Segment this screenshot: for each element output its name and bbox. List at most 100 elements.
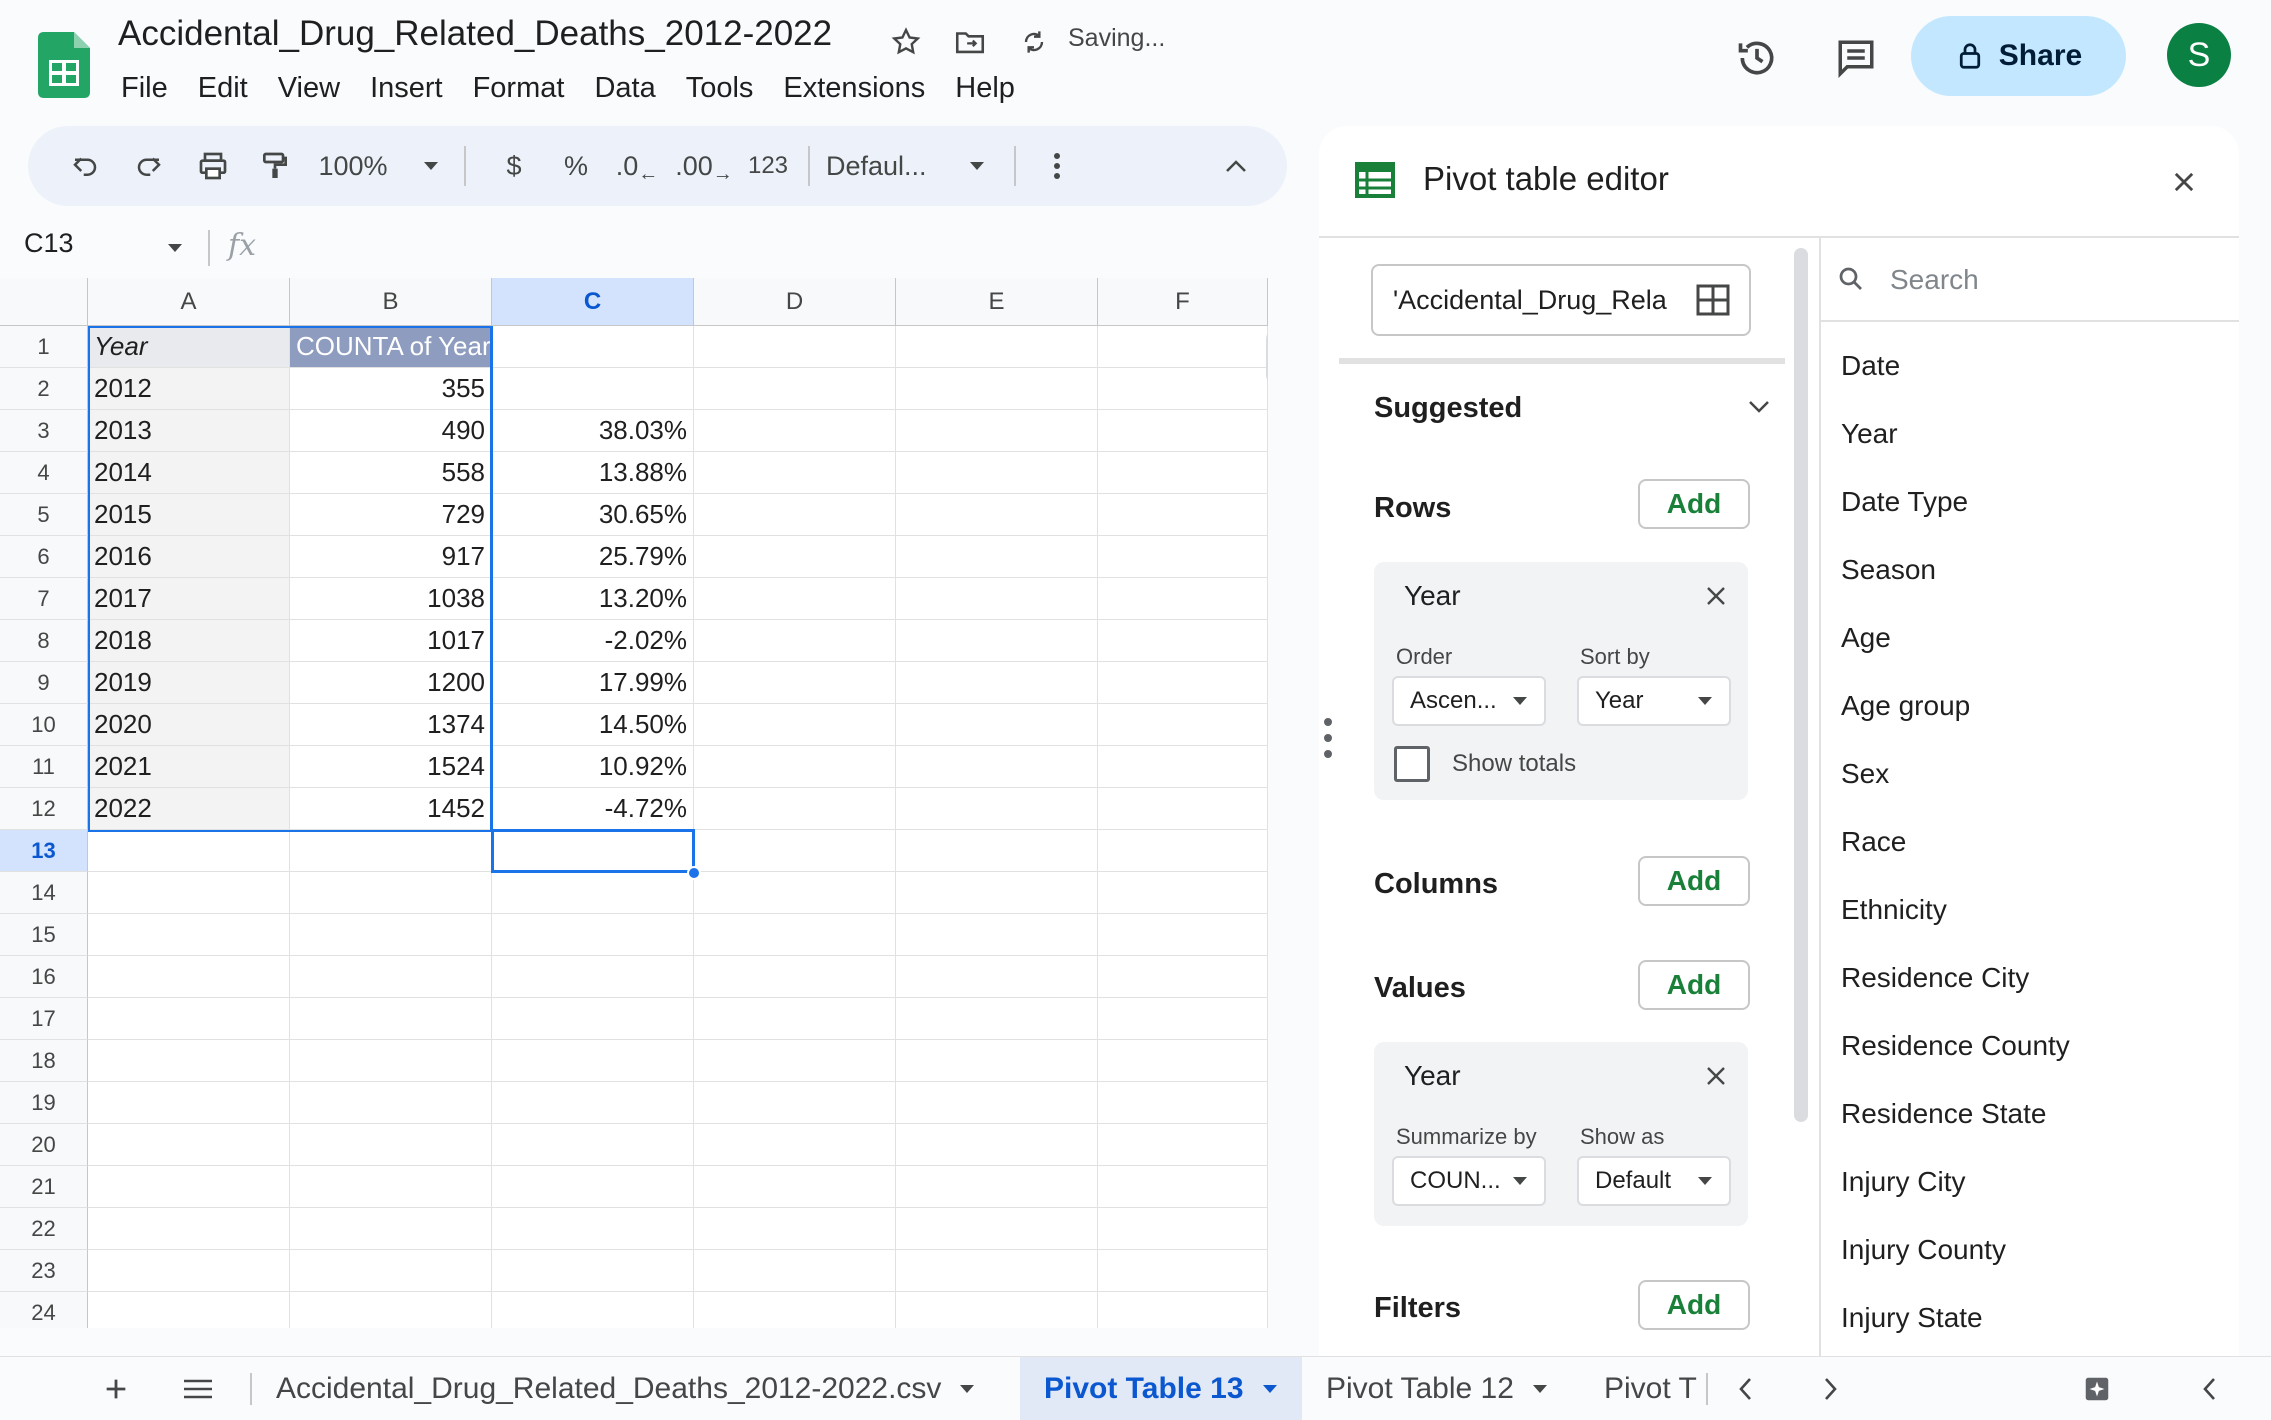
cell[interactable] (492, 872, 694, 914)
menu-insert[interactable]: Insert (355, 68, 458, 109)
cell[interactable] (1098, 578, 1268, 620)
cell[interactable]: 13.20% (492, 578, 694, 620)
cell[interactable] (88, 1292, 290, 1328)
column-header-a[interactable]: A (88, 278, 290, 326)
field-item[interactable]: Injury State (1841, 1302, 1983, 1334)
show-totals-checkbox[interactable] (1394, 746, 1430, 782)
cell[interactable] (1098, 662, 1268, 704)
sheets-logo[interactable] (38, 32, 90, 98)
close-panel-icon[interactable] (2170, 168, 2198, 196)
row-header[interactable]: 8 (0, 620, 88, 662)
cell[interactable] (1098, 872, 1268, 914)
field-item[interactable]: Sex (1841, 758, 1889, 790)
cell[interactable] (694, 1166, 896, 1208)
print-icon[interactable] (188, 126, 238, 206)
row-header[interactable]: 5 (0, 494, 88, 536)
menu-file[interactable]: File (106, 68, 183, 109)
cell[interactable] (1098, 1040, 1268, 1082)
row-header[interactable]: 17 (0, 998, 88, 1040)
zoom-dropdown-icon[interactable] (416, 126, 446, 206)
cell[interactable] (1098, 326, 1268, 368)
suggested-label[interactable]: Suggested (1374, 392, 1522, 425)
explore-icon[interactable] (2082, 1357, 2112, 1420)
panel-scrollbar[interactable] (1794, 248, 1808, 1122)
sort-by-select[interactable]: Year (1577, 676, 1731, 726)
cell[interactable] (694, 788, 896, 830)
cell[interactable]: 13.88% (492, 452, 694, 494)
font-dropdown-icon[interactable] (962, 126, 992, 206)
field-search-input[interactable]: Search (1890, 258, 2220, 302)
cell[interactable] (896, 956, 1098, 998)
cell[interactable] (694, 410, 896, 452)
cell[interactable] (88, 1250, 290, 1292)
cell[interactable] (1098, 452, 1268, 494)
cell[interactable]: 10.92% (492, 746, 694, 788)
cell[interactable] (694, 326, 896, 368)
row-header[interactable]: 16 (0, 956, 88, 998)
cell[interactable]: -2.02% (492, 620, 694, 662)
cell[interactable] (1098, 1250, 1268, 1292)
column-header-b[interactable]: B (290, 278, 492, 326)
cell[interactable] (492, 368, 694, 410)
cell[interactable] (1098, 1124, 1268, 1166)
cell[interactable] (694, 620, 896, 662)
cell[interactable] (694, 662, 896, 704)
chevron-down-icon[interactable] (1748, 400, 1770, 414)
cell[interactable] (896, 1040, 1098, 1082)
row-header[interactable]: 22 (0, 1208, 88, 1250)
cell[interactable] (896, 830, 1098, 872)
cell[interactable] (1098, 410, 1268, 452)
cell[interactable]: 25.79% (492, 536, 694, 578)
data-range-input[interactable]: 'Accidental_Drug_Rela (1371, 264, 1751, 336)
cell[interactable] (694, 1124, 896, 1166)
column-header-c[interactable]: C (492, 278, 694, 326)
cell[interactable] (896, 452, 1098, 494)
cell[interactable] (694, 746, 896, 788)
cell[interactable] (1098, 620, 1268, 662)
add-values-button[interactable]: Add (1638, 960, 1750, 1010)
cell[interactable] (290, 1124, 492, 1166)
cell[interactable] (896, 872, 1098, 914)
cell[interactable] (1098, 1208, 1268, 1250)
cell[interactable] (896, 1250, 1098, 1292)
name-box[interactable]: C13 (24, 228, 74, 259)
decrease-decimal-button[interactable]: .0 ← (612, 126, 662, 206)
cell[interactable] (896, 578, 1098, 620)
cell[interactable] (1098, 830, 1268, 872)
cell[interactable] (492, 1040, 694, 1082)
cell[interactable] (694, 368, 896, 410)
selected-cell[interactable] (491, 829, 695, 873)
add-filters-button[interactable]: Add (1638, 1280, 1750, 1330)
cell[interactable] (1098, 494, 1268, 536)
field-item[interactable]: Date (1841, 350, 1900, 382)
cell[interactable] (1098, 368, 1268, 410)
cell[interactable] (1098, 704, 1268, 746)
cell[interactable] (694, 872, 896, 914)
row-header[interactable]: 13 (0, 830, 88, 872)
cell[interactable] (1098, 914, 1268, 956)
row-header[interactable]: 24 (0, 1292, 88, 1328)
row-header[interactable]: 23 (0, 1250, 88, 1292)
cell[interactable] (1098, 1166, 1268, 1208)
field-item[interactable]: Residence City (1841, 962, 2029, 994)
remove-row-field-icon[interactable] (1704, 584, 1728, 608)
menu-edit[interactable]: Edit (183, 68, 263, 109)
collapse-side-panel-icon[interactable] (2202, 1357, 2218, 1420)
redo-icon[interactable] (124, 126, 174, 206)
cell[interactable] (896, 1124, 1098, 1166)
comments-icon[interactable] (1826, 28, 1886, 88)
cell[interactable] (694, 1082, 896, 1124)
cell[interactable] (492, 1124, 694, 1166)
field-item[interactable]: Injury City (1841, 1166, 1965, 1198)
cell[interactable] (290, 872, 492, 914)
add-columns-button[interactable]: Add (1638, 856, 1750, 906)
cell[interactable] (896, 410, 1098, 452)
cell[interactable] (896, 368, 1098, 410)
star-icon[interactable] (886, 22, 926, 62)
cell[interactable] (896, 998, 1098, 1040)
document-title[interactable]: Accidental_Drug_Related_Deaths_2012-2022 (118, 14, 832, 54)
row-header[interactable]: 11 (0, 746, 88, 788)
cell[interactable]: 38.03% (492, 410, 694, 452)
cell[interactable] (896, 620, 1098, 662)
add-rows-button[interactable]: Add (1638, 479, 1750, 529)
